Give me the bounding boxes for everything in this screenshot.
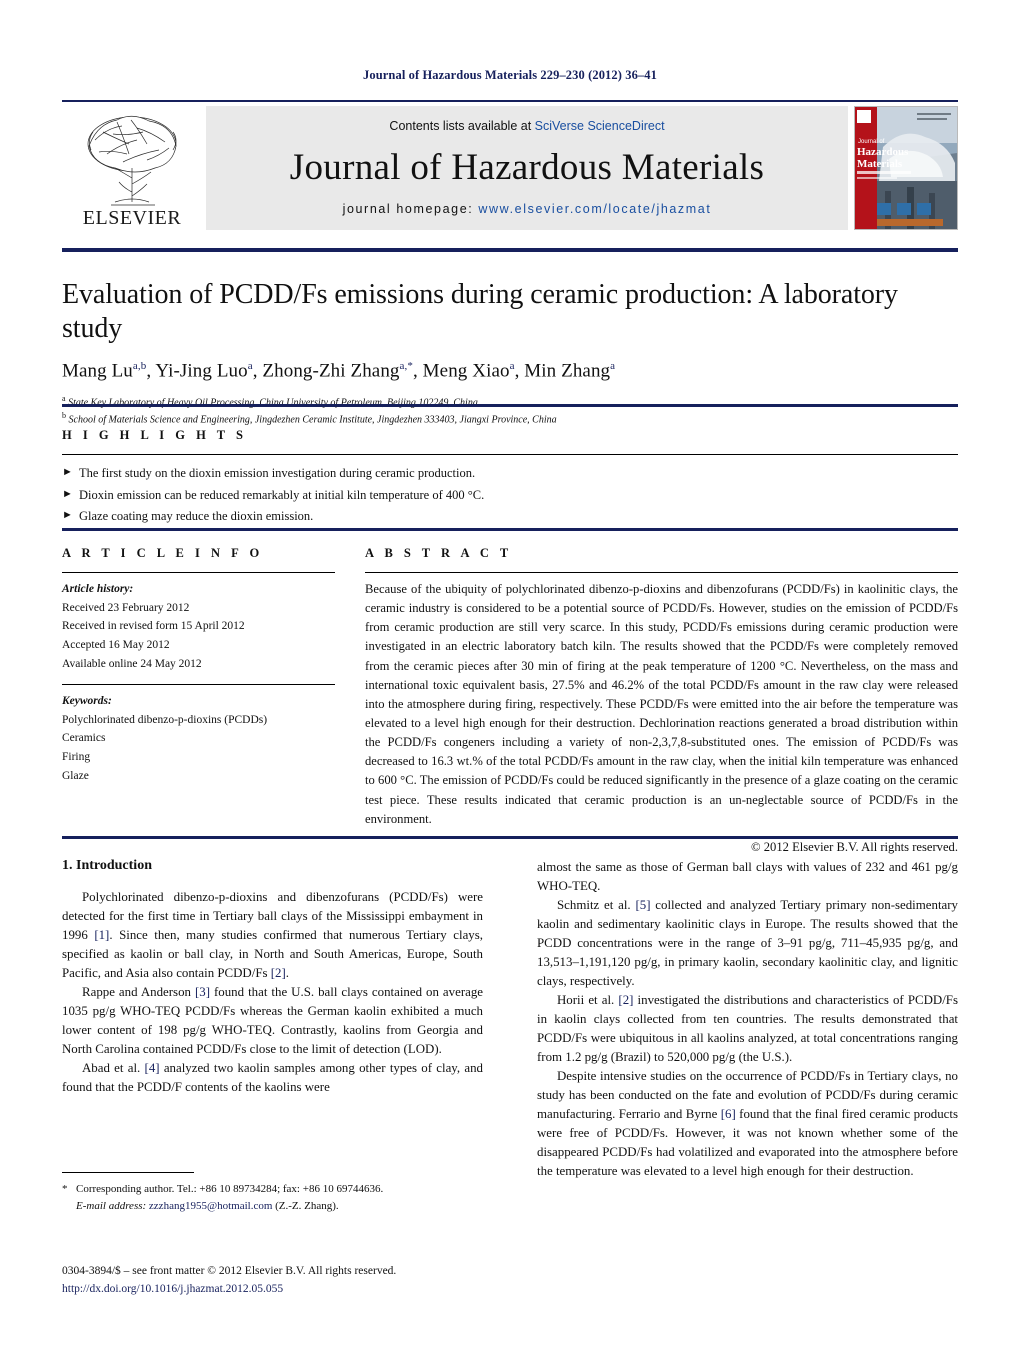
asterisk-icon: * <box>62 1183 68 1195</box>
paragraph: Abad et al. [4] analyzed two kaolin samp… <box>62 1060 483 1094</box>
email-suffix: (Z.-Z. Zhang). <box>275 1200 339 1213</box>
keywords-rule <box>62 684 335 686</box>
affiliation-a: a State Key Laboratory of Heavy Oil Proc… <box>62 393 478 408</box>
paper-page: Journal of Hazardous Materials 229–230 (… <box>0 0 1020 1351</box>
contents-list-line: Contents lists available at SciVerse Sci… <box>389 119 664 133</box>
paragraph: Schmitz et al. [5] collected and analyze… <box>537 897 958 988</box>
intro-paragraphs-left: Polychlorinated dibenzo-p-dioxins and di… <box>62 888 483 1097</box>
highlight-item: ► Dioxin emission can be reduced remarka… <box>62 485 958 507</box>
highlights-list: ► The first study on the dioxin emission… <box>62 463 958 528</box>
citation-link[interactable]: [2] <box>271 966 286 980</box>
affiliation-mark-a: a <box>62 393 66 403</box>
elsevier-tree-icon <box>87 115 177 206</box>
body-columns: 1. Introduction Polychlorinated dibenzo-… <box>62 858 958 1180</box>
email-link[interactable]: zzzhang1955@hotmail.com <box>149 1200 272 1212</box>
citation-link[interactable]: [3] <box>195 985 210 999</box>
bullet-arrow-icon: ► <box>62 509 73 521</box>
keyword-item: Glaze <box>62 769 89 782</box>
highlights-heading: H I G H L I G H T S <box>62 428 247 442</box>
affiliation-b: b School of Materials Science and Engine… <box>62 411 557 426</box>
running-head: Journal of Hazardous Materials 229–230 (… <box>363 68 657 82</box>
corresponding-author-note: * Corresponding author. Tel.: +86 10 897… <box>62 1183 384 1213</box>
author-list: Mang Lua,b, Yi-Jing Luoa, Zhong-Zhi Zhan… <box>62 360 616 382</box>
svg-text:Journal of: Journal of <box>858 139 885 145</box>
header-divider-rule <box>62 248 958 252</box>
affiliations: a State Key Laboratory of Heavy Oil Proc… <box>62 393 958 429</box>
copyright-line: © 2012 Elsevier B.V. All rights reserved… <box>751 839 958 854</box>
info-abstract-section: A R T I C L E I N F O Article history: R… <box>62 546 958 855</box>
journal-homepage-line: journal homepage: www.elsevier.com/locat… <box>343 202 712 216</box>
page-title: Evaluation of PCDD/Fs emissions during c… <box>62 279 898 344</box>
article-info-heading: A R T I C L E I N F O <box>62 546 264 560</box>
keyword-item: Polychlorinated dibenzo-p-dioxins (PCDDs… <box>62 713 268 726</box>
keywords-label: Keywords: <box>62 695 112 708</box>
history-received: Received 23 February 2012 <box>62 601 190 614</box>
bullet-arrow-icon: ► <box>62 487 73 500</box>
journal-homepage-link[interactable]: www.elsevier.com/locate/jhazmat <box>478 202 711 216</box>
keyword-item: Ceramics <box>62 732 106 745</box>
elsevier-wordmark: ELSEVIER <box>82 207 182 229</box>
homepage-prefix: journal homepage: <box>342 202 479 216</box>
elsevier-logo: ELSEVIER <box>62 102 202 234</box>
highlights-rule <box>62 454 958 455</box>
keywords-block: Keywords: Polychlorinated dibenzo-p-diox… <box>62 692 335 785</box>
highlights-divider-rule <box>62 528 958 531</box>
journal-cover-thumbnail[interactable]: Journal of Hazardous Materials <box>854 106 958 230</box>
paragraph: Horii et al. [2] investigated the distri… <box>537 992 958 1064</box>
citation-link[interactable]: [2] <box>618 993 633 1007</box>
body-column-right: almost the same as those of German ball … <box>537 858 958 1180</box>
history-accepted: Accepted 16 May 2012 <box>62 638 170 651</box>
intro-paragraphs-right: almost the same as those of German ball … <box>537 858 958 1180</box>
highlight-item: ► The first study on the dioxin emission… <box>62 463 958 485</box>
keyword-item: Firing <box>62 751 91 763</box>
citation-link[interactable]: [1] <box>94 928 109 942</box>
section-heading-introduction: 1. Introduction <box>62 858 152 873</box>
footnote-rule <box>62 1172 194 1173</box>
cover-artwork: Journal of Hazardous Materials <box>855 107 957 229</box>
svg-text:Hazardous: Hazardous <box>857 146 909 158</box>
article-info-column: A R T I C L E I N F O Article history: R… <box>62 546 335 855</box>
title-divider-rule <box>62 404 958 407</box>
bullet-arrow-icon: ► <box>62 466 73 478</box>
article-history-label: Article history: <box>62 583 134 595</box>
abstract-text: Because of the ubiquity of polychlorinat… <box>365 582 958 826</box>
citation-link[interactable]: [4] <box>145 1061 160 1075</box>
email-label: E-mail address: <box>76 1200 147 1213</box>
citation-link[interactable]: [6] <box>721 1107 736 1121</box>
article-info-rule <box>62 572 335 573</box>
abstract-heading: A B S T R A C T <box>365 546 513 560</box>
article-history-block: Article history: Received 23 February 20… <box>62 580 335 673</box>
abstract-divider-rule <box>62 836 958 839</box>
issn-footer: 0304-3894/$ – see front matter © 2012 El… <box>62 1262 562 1299</box>
citation-link[interactable]: [5] <box>635 898 650 912</box>
doi-link[interactable]: http://dx.doi.org/10.1016/j.jhazmat.2012… <box>62 1283 283 1295</box>
abstract-column: A B S T R A C T Because of the ubiquity … <box>365 546 958 855</box>
history-online: Available online 24 May 2012 <box>62 657 202 670</box>
paragraph: almost the same as those of German ball … <box>537 860 958 893</box>
paragraph: Rappe and Anderson [3] found that the U.… <box>62 984 483 1056</box>
sciencedirect-link[interactable]: SciVerse ScienceDirect <box>535 119 665 133</box>
masthead-center: Contents lists available at SciVerse Sci… <box>206 106 848 230</box>
paragraph: Despite intensive studies on the occurre… <box>537 1068 958 1178</box>
svg-text:Materials: Materials <box>857 158 903 170</box>
footnote-block: * Corresponding author. Tel.: +86 10 897… <box>62 1172 483 1215</box>
history-revised: Received in revised form 15 April 2012 <box>62 620 245 633</box>
affiliation-mark-b: b <box>62 411 66 421</box>
body-column-left: 1. Introduction Polychlorinated dibenzo-… <box>62 858 483 1180</box>
journal-masthead: ELSEVIER Contents lists available at Sci… <box>62 100 958 234</box>
paragraph: Polychlorinated dibenzo-p-dioxins and di… <box>62 890 483 980</box>
highlights-section: H I G H L I G H T S ► The first study on… <box>62 428 958 528</box>
journal-title: Journal of Hazardous Materials <box>289 147 765 188</box>
highlight-item: ► Glaze coating may reduce the dioxin em… <box>62 506 958 528</box>
issn-line: 0304-3894/$ – see front matter © 2012 El… <box>62 1265 397 1277</box>
abstract-rule <box>365 572 958 573</box>
contents-prefix: Contents lists available at <box>389 119 535 133</box>
